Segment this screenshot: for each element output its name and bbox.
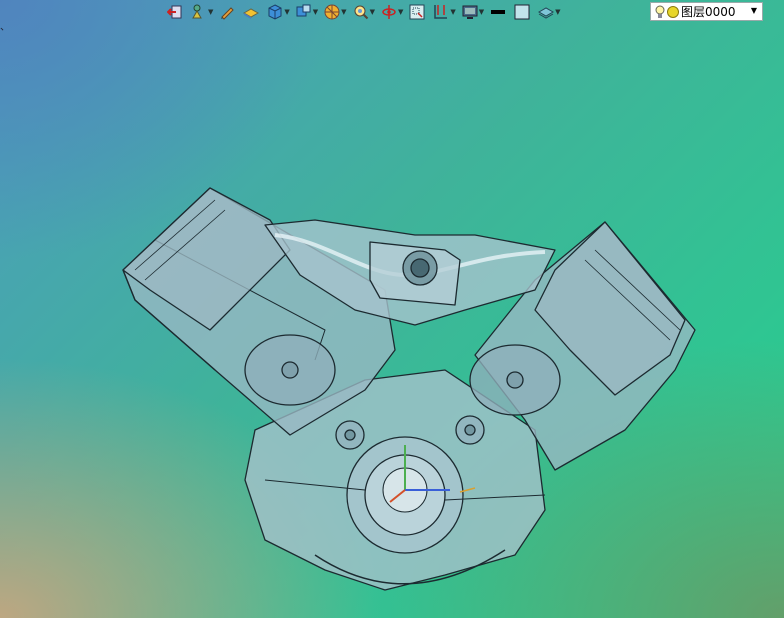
selection-filter-icon — [192, 4, 202, 19]
layers-button[interactable]: ▼ — [537, 1, 565, 23]
chevron-down-icon: ▼ — [312, 8, 319, 16]
view-cube-icon — [268, 4, 282, 20]
chevron-down-icon: ▼ — [397, 8, 404, 16]
exit-button[interactable] — [166, 1, 184, 23]
layer-selector[interactable]: 图层0000 ▼ — [650, 2, 763, 21]
chevron-down-icon: ▼ — [369, 8, 375, 16]
measure-button[interactable]: ▼ — [432, 1, 460, 23]
section-view-button[interactable]: ▼ — [323, 1, 351, 23]
display-style-icon — [296, 4, 311, 17]
line-color-icon — [491, 10, 506, 14]
plane-icon — [243, 8, 260, 19]
chevron-down-icon: ▼ — [284, 8, 290, 16]
view-orientation-button[interactable]: ▼ — [266, 1, 294, 23]
chevron-down-icon: ▼ — [208, 8, 214, 16]
fill-color-button[interactable] — [513, 1, 531, 23]
monitor-icon — [462, 5, 478, 19]
layers-icon — [538, 7, 555, 19]
lightbulb-icon — [655, 5, 665, 18]
plane-button[interactable] — [242, 1, 260, 23]
rotate-view-icon — [382, 5, 396, 19]
zoom-area-button[interactable] — [408, 1, 426, 23]
line-color-button[interactable] — [489, 1, 507, 23]
chevron-down-icon: ▼ — [341, 8, 347, 16]
fill-color-icon — [514, 4, 530, 20]
sketch-button[interactable] — [218, 1, 236, 23]
engine-block-model[interactable] — [115, 180, 705, 600]
display-style-button[interactable]: ▼ — [295, 1, 323, 23]
viewport-stray-text: 、 — [0, 22, 10, 33]
selection-filter-button[interactable]: ▼ — [190, 1, 218, 23]
chevron-down-icon: ▼ — [750, 6, 757, 15]
chevron-down-icon: ▼ — [450, 8, 456, 16]
zoom-area-icon — [409, 4, 425, 20]
chevron-down-icon: ▼ — [478, 8, 485, 16]
sketch-pen-icon — [221, 7, 235, 20]
layer-name: 图层0000 — [681, 5, 736, 19]
section-view-icon — [324, 4, 340, 20]
zoom-fit-icon — [354, 5, 368, 20]
chevron-down-icon: ▼ — [555, 8, 561, 16]
exit-icon — [167, 5, 182, 19]
measure-icon — [434, 5, 448, 19]
rotate-view-button[interactable]: ▼ — [380, 1, 408, 23]
layer-color-icon — [667, 5, 679, 18]
monitor-button[interactable]: ▼ — [461, 1, 489, 23]
zoom-fit-button[interactable]: ▼ — [352, 1, 380, 23]
